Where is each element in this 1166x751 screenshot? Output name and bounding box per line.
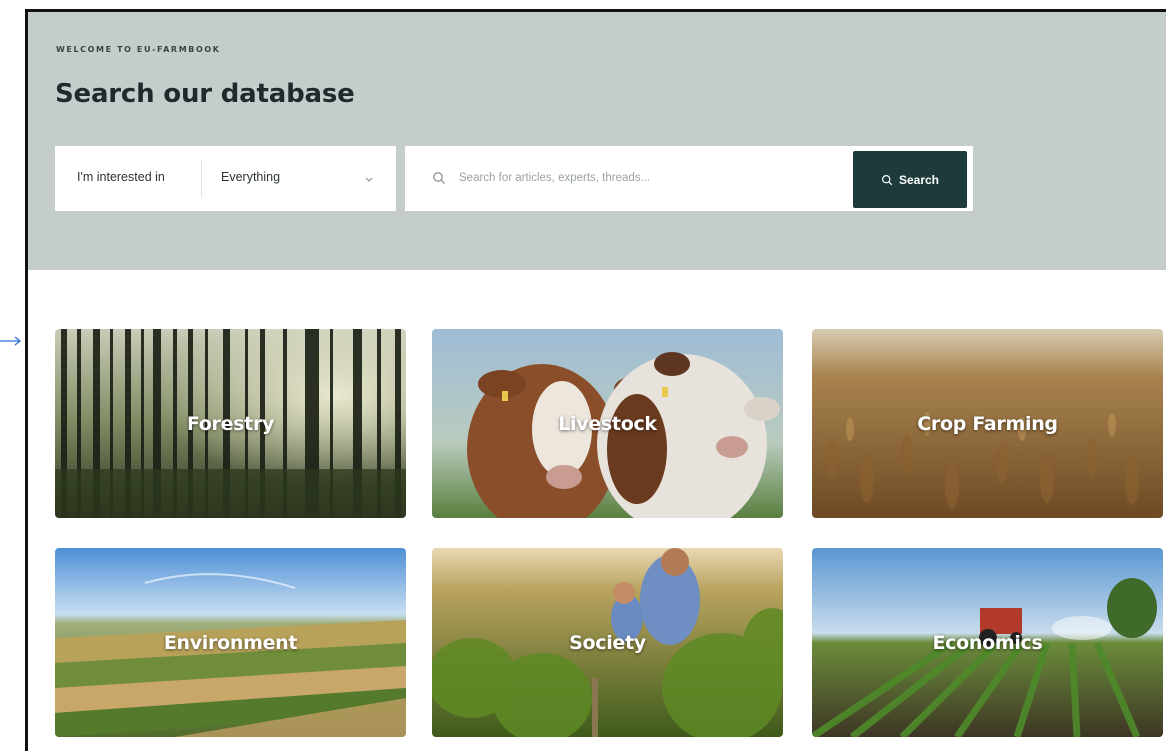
welcome-eyebrow: WELCOME TO EU-FARMBOOK — [56, 45, 221, 54]
category-select-value: Everything — [221, 170, 281, 184]
category-card-forestry[interactable]: Forestry — [55, 329, 406, 518]
category-card-label: Society — [569, 631, 646, 654]
search-input[interactable] — [459, 166, 799, 190]
search-button[interactable]: Search — [853, 151, 967, 208]
search-button-icon — [881, 174, 893, 185]
category-card-livestock[interactable]: Livestock — [432, 329, 783, 518]
search-hero: WELCOME TO EU-FARMBOOK Search our databa… — [28, 12, 1166, 270]
category-card-label: Forestry — [186, 412, 275, 435]
category-card-crop-farming[interactable]: Crop Farming — [812, 329, 1163, 518]
select-divider — [201, 160, 202, 198]
category-card-label: Economics — [932, 631, 1043, 654]
category-card-label: Environment — [163, 631, 298, 654]
search-box: Search — [405, 146, 973, 211]
chevron-down-icon — [365, 177, 373, 182]
page-frame: WELCOME TO EU-FARMBOOK Search our databa… — [25, 9, 1166, 751]
category-select[interactable]: Everything — [201, 146, 396, 211]
category-card-environment[interactable]: Environment — [55, 548, 406, 737]
category-card-economics[interactable]: Economics — [812, 548, 1163, 737]
search-button-label: Search — [898, 172, 940, 187]
arrow-indicator-icon — [0, 336, 21, 346]
interest-label: I'm interested in — [77, 170, 165, 184]
page-title: Search our database — [55, 79, 355, 109]
search-icon — [433, 172, 445, 184]
category-card-label: Livestock — [558, 412, 657, 435]
interest-filter: I'm interested in Everything — [55, 146, 396, 211]
category-card-society[interactable]: Society — [432, 548, 783, 737]
category-card-label: Crop Farming — [917, 412, 1058, 435]
